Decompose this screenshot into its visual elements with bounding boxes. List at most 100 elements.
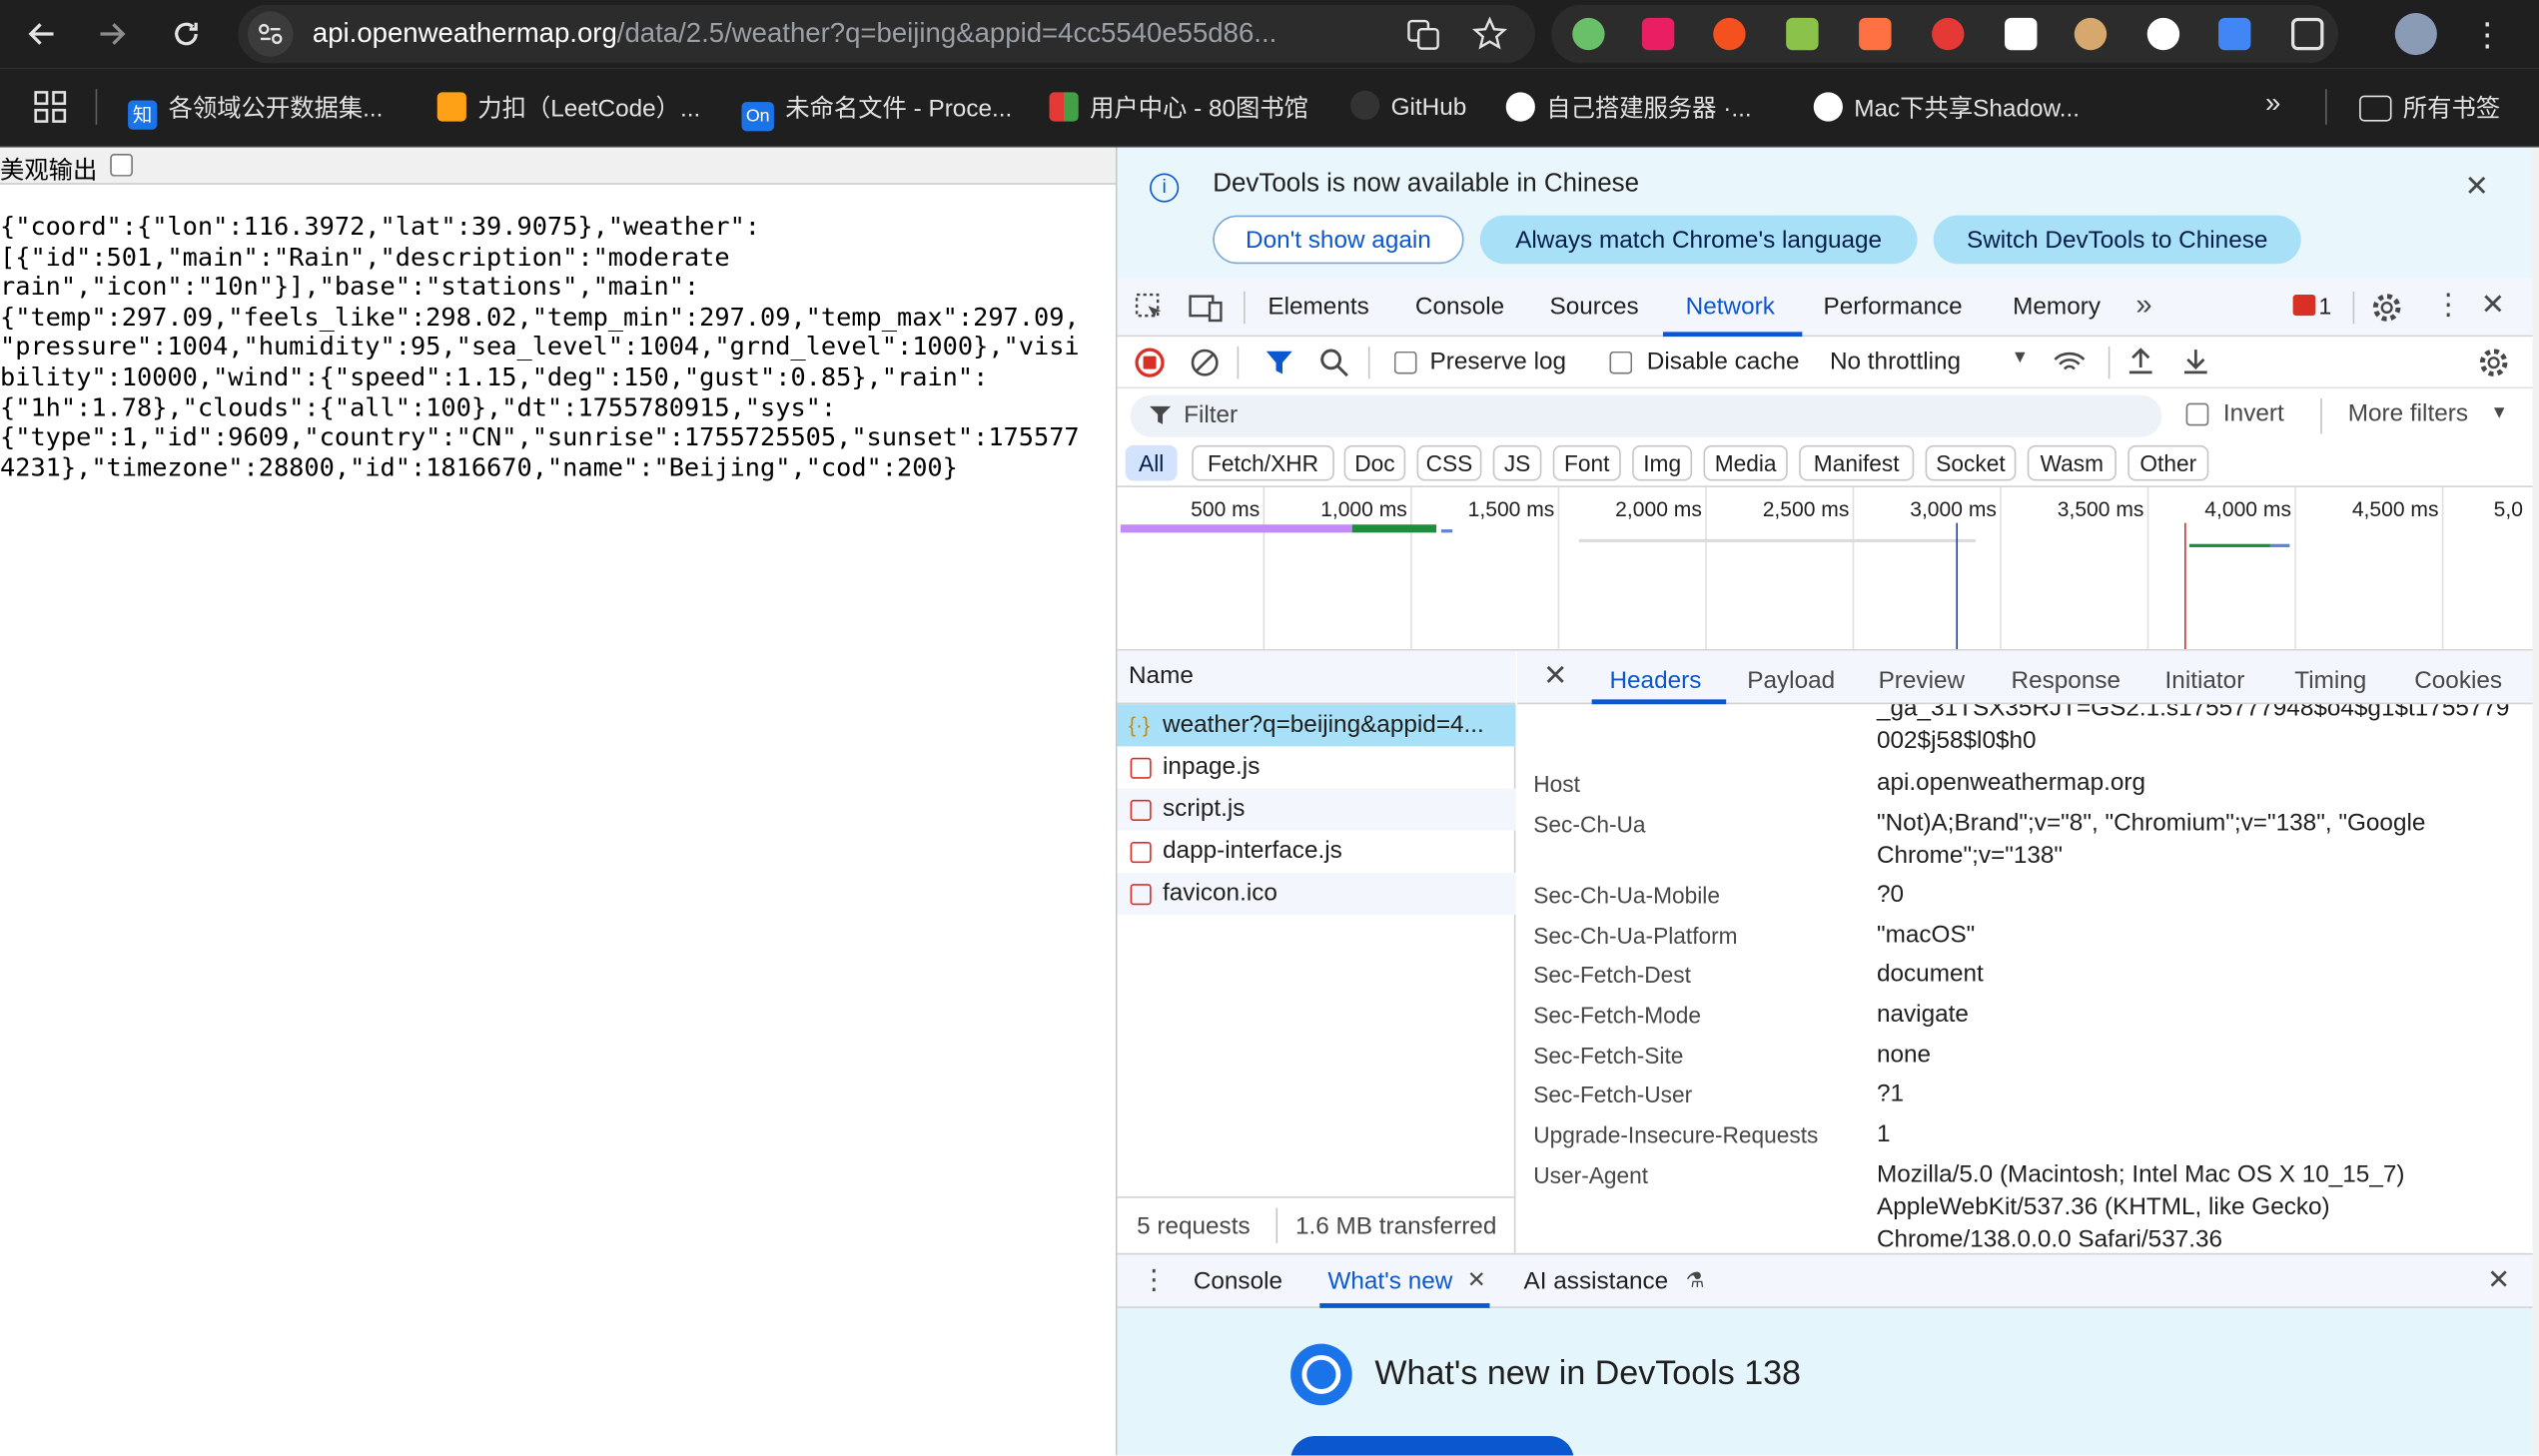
chevron-down-icon[interactable]: ▼ — [2012, 349, 2030, 367]
clear-icon[interactable] — [1191, 349, 1220, 377]
type-filter-other[interactable]: Other — [2127, 444, 2209, 481]
more-tabs-icon[interactable]: » — [2135, 289, 2151, 323]
apps-grid-icon[interactable] — [34, 91, 67, 123]
tab-initiator[interactable]: Initiator — [2165, 667, 2245, 695]
bookmark-item[interactable]: On 未命名文件 - Proce... — [741, 91, 1012, 132]
tab-performance[interactable]: Performance — [1823, 293, 1962, 321]
request-row[interactable]: inpage.js — [1118, 746, 1516, 788]
drawer-tab-ai-assistance[interactable]: AI assistance — [1524, 1267, 1669, 1295]
type-filter-media[interactable]: Media — [1703, 444, 1788, 481]
google-translate-icon[interactable] — [2218, 17, 2251, 51]
close-devtools-icon[interactable]: ✕ — [2481, 289, 2505, 323]
tab-headers[interactable]: Headers — [1609, 667, 1701, 695]
error-count[interactable]: 1 — [2319, 293, 2332, 319]
export-har-icon[interactable] — [2179, 345, 2211, 376]
tab-network[interactable]: Network — [1686, 293, 1775, 321]
name-column-header[interactable]: Name — [1117, 650, 1516, 705]
network-settings-icon[interactable] — [2476, 345, 2512, 380]
cookie-extension-icon[interactable] — [2074, 17, 2108, 51]
record-stop-icon[interactable] — [1135, 348, 1165, 377]
type-filter-doc[interactable]: Doc — [1343, 444, 1406, 481]
tab-payload[interactable]: Payload — [1747, 667, 1835, 695]
inspect-element-icon[interactable] — [1134, 292, 1166, 324]
all-bookmarks-folder[interactable]: 所有书签 — [2359, 91, 2500, 125]
request-row[interactable]: script.js — [1117, 788, 1516, 831]
extension-icon[interactable] — [2005, 17, 2038, 51]
devtools-scrollbar[interactable] — [2532, 147, 2539, 1456]
tab-cookies[interactable]: Cookies — [2414, 667, 2502, 695]
headers-scroll-area[interactable]: _ga_31TSX35RJT=GS2.1.s1755777948$o4$g1$t… — [1517, 704, 2532, 1253]
switch-to-chinese-button[interactable]: Switch DevTools to Chinese — [1933, 215, 2301, 265]
close-icon[interactable]: ✕ — [1467, 1266, 1486, 1294]
back-icon[interactable] — [10, 0, 75, 68]
bookmark-item[interactable]: 用户中心 - 80图书馆 — [1049, 91, 1308, 125]
type-filter-img[interactable]: Img — [1632, 444, 1693, 481]
avatar[interactable] — [2394, 12, 2437, 56]
extension-icon[interactable] — [1786, 17, 1819, 51]
bookmark-star-icon[interactable] — [1471, 16, 1508, 52]
network-conditions-icon[interactable] — [2052, 347, 2088, 378]
close-icon[interactable]: ✕ — [1543, 659, 1567, 693]
filter-funnel-icon[interactable] — [1265, 349, 1293, 377]
drawer-menu-icon[interactable]: ⋮ — [1140, 1264, 1168, 1296]
translate-icon[interactable] — [1407, 18, 1439, 50]
dont-show-again-button[interactable]: Don't show again — [1213, 215, 1464, 265]
invert-checkbox[interactable] — [2185, 402, 2209, 426]
tab-console[interactable]: Console — [1415, 293, 1504, 321]
tab-timing[interactable]: Timing — [2294, 667, 2366, 695]
request-row[interactable]: dapp-interface.js — [1118, 831, 1516, 873]
filter-input[interactable]: Filter — [1130, 394, 2162, 437]
type-filter-css[interactable]: CSS — [1416, 444, 1482, 481]
download-extension-icon[interactable] — [2146, 17, 2180, 51]
tab-elements[interactable]: Elements — [1268, 293, 1368, 321]
chevron-double-right-icon[interactable]: » — [2265, 88, 2280, 120]
tab-memory[interactable]: Memory — [2013, 293, 2101, 321]
tab-sources[interactable]: Sources — [1549, 293, 1638, 321]
more-vert-icon[interactable]: ⋮ — [2434, 289, 2463, 323]
throttling-select[interactable]: No throttling — [1830, 349, 1961, 376]
preserve-log-checkbox[interactable] — [1393, 351, 1417, 374]
type-filter-font[interactable]: Font — [1552, 444, 1621, 481]
site-info-icon[interactable] — [248, 11, 294, 57]
network-overview-timeline[interactable]: 500 ms 1,000 ms 1,500 ms 2,000 ms 2,500 … — [1117, 486, 2533, 651]
bookmark-item[interactable]: 力扣（LeetCode）... — [436, 91, 700, 125]
type-filter-socket[interactable]: Socket — [1925, 444, 2017, 481]
more-vert-icon[interactable]: ⋮ — [2455, 0, 2520, 68]
settings-gear-icon[interactable] — [2369, 290, 2405, 326]
extension-icon[interactable] — [1859, 17, 1892, 51]
type-filter-manifest[interactable]: Manifest — [1799, 444, 1915, 481]
match-language-button[interactable]: Always match Chrome's language — [1479, 215, 1918, 265]
drawer-tab-whats-new[interactable]: What's new — [1327, 1267, 1452, 1295]
error-icon[interactable] — [2292, 295, 2316, 317]
bookmark-item[interactable]: Mac下共享Shadow... — [1813, 91, 2080, 125]
type-filter-fetch-xhr[interactable]: Fetch/XHR — [1192, 444, 1334, 481]
forward-icon[interactable] — [79, 0, 144, 68]
tab-response[interactable]: Response — [2012, 667, 2121, 695]
tab-preview[interactable]: Preview — [1879, 667, 1966, 695]
extension-icon[interactable] — [1641, 17, 1675, 51]
puzzle-icon[interactable] — [2290, 17, 2324, 51]
type-filter-js[interactable]: JS — [1492, 444, 1542, 481]
request-row[interactable]: favicon.ico — [1117, 872, 1516, 915]
bookmark-item[interactable]: 自己搭建服务器 ·... — [1505, 91, 1752, 125]
close-drawer-icon[interactable]: ✕ — [2487, 1264, 2510, 1296]
see-all-features-button[interactable] — [1290, 1436, 1574, 1456]
type-filter-wasm[interactable]: Wasm — [2027, 444, 2116, 481]
bookmark-item[interactable]: GitHub — [1350, 90, 1466, 122]
extension-icon[interactable] — [1932, 17, 1965, 51]
bookmark-item[interactable]: 知各领域公开数据集... — [128, 91, 383, 130]
chevron-down-icon[interactable]: ▼ — [2490, 403, 2508, 422]
request-row-selected[interactable]: {·} weather?q=beijing&appid=4... — [1117, 704, 1516, 747]
type-filter-all[interactable]: All — [1125, 444, 1178, 481]
extension-icon[interactable] — [1572, 17, 1605, 51]
metamask-icon[interactable] — [1713, 17, 1746, 51]
reload-icon[interactable] — [154, 0, 219, 68]
drawer-tab-console[interactable]: Console — [1194, 1267, 1282, 1295]
device-toggle-icon[interactable] — [1189, 292, 1225, 324]
disable-cache-checkbox[interactable] — [1609, 351, 1633, 374]
import-har-icon[interactable] — [2124, 345, 2156, 376]
close-icon[interactable]: ✕ — [2464, 170, 2488, 204]
pretty-print-checkbox[interactable] — [110, 154, 133, 177]
more-filters-dropdown[interactable]: More filters — [2348, 399, 2468, 427]
address-bar[interactable]: api.openweathermap.org/data/2.5/weather?… — [238, 4, 1535, 64]
